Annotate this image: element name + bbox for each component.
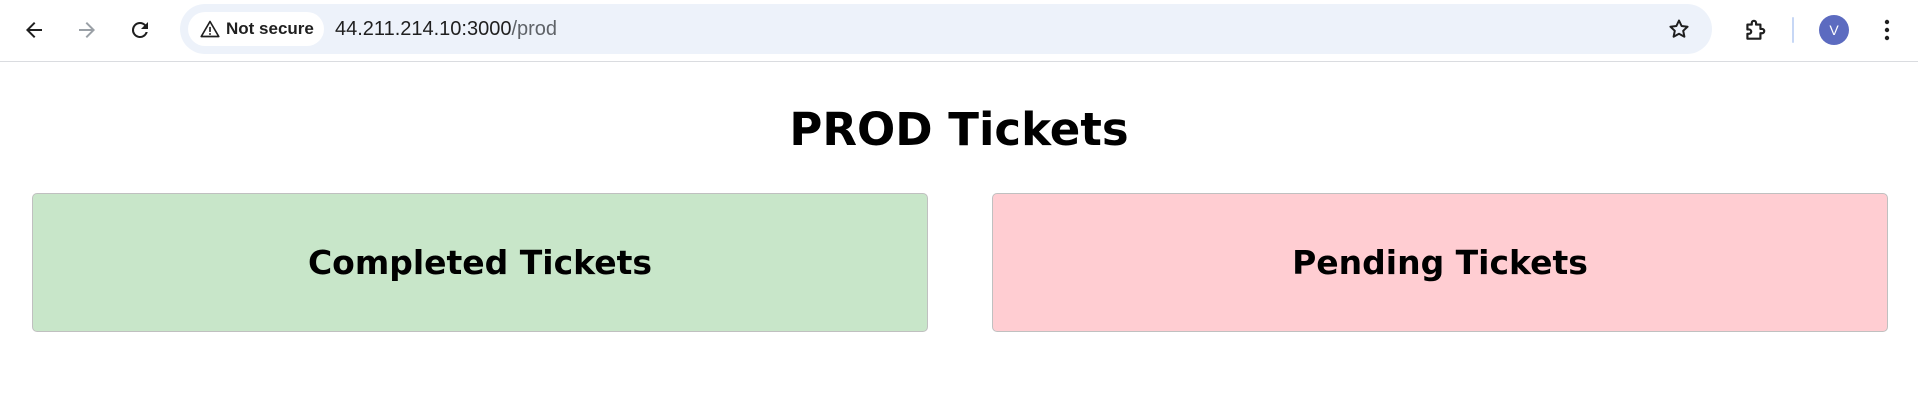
back-button[interactable]: [14, 10, 54, 50]
pending-tickets-card[interactable]: Pending Tickets: [992, 193, 1888, 332]
bookmark-button[interactable]: [1664, 14, 1694, 44]
url-path: /prod: [511, 18, 558, 40]
page-title: PROD Tickets: [789, 103, 1129, 156]
security-chip[interactable]: Not secure: [188, 12, 324, 46]
puzzle-piece-icon: [1746, 19, 1766, 40]
arrow-left-icon: [26, 22, 42, 38]
reload-icon: [131, 21, 148, 38]
arrow-right-icon: [79, 22, 95, 38]
browser-toolbar: Not secure 44.211.214.10:3000/prod V: [0, 0, 1918, 62]
browser-menu-button[interactable]: [1872, 10, 1902, 50]
extensions-button[interactable]: [1735, 10, 1775, 50]
reload-button[interactable]: [120, 10, 160, 50]
security-label: Not secure: [226, 19, 314, 38]
pending-tickets-label: Pending Tickets: [1292, 243, 1588, 282]
toolbar-divider: [1792, 17, 1794, 43]
kebab-menu-icon: [1884, 19, 1890, 41]
forward-button[interactable]: [67, 10, 107, 50]
url-host: 44.211.214.10:3000: [335, 18, 512, 40]
warning-triangle-icon: [200, 20, 220, 38]
completed-tickets-card[interactable]: Completed Tickets: [32, 193, 928, 332]
url-text[interactable]: 44.211.214.10:3000/prod: [335, 18, 557, 41]
star-icon: [1669, 19, 1689, 38]
completed-tickets-label: Completed Tickets: [307, 243, 653, 282]
address-bar[interactable]: Not secure 44.211.214.10:3000/prod: [180, 4, 1712, 54]
profile-avatar[interactable]: V: [1819, 15, 1849, 45]
